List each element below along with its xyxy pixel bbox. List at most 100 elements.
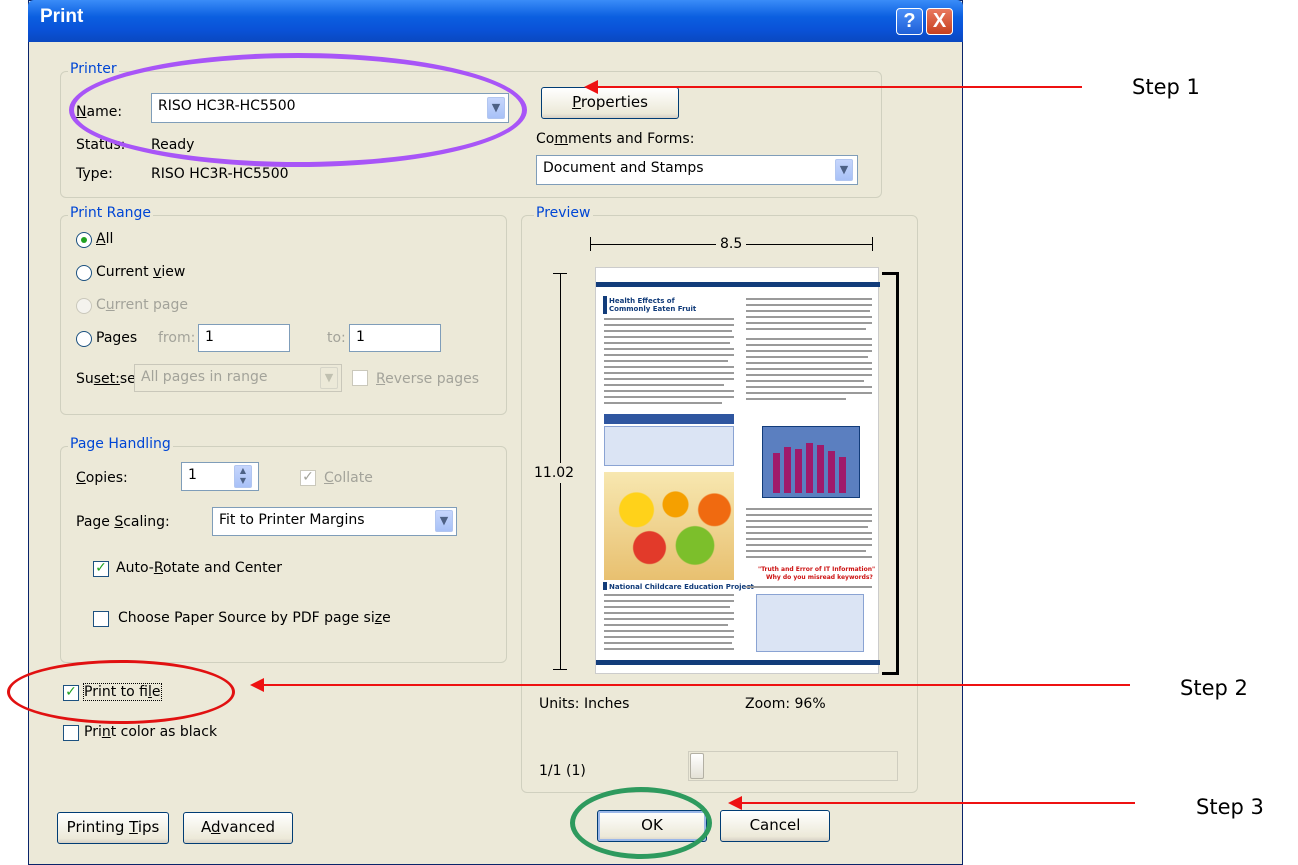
chevron-down-icon[interactable]: ▼: [320, 367, 338, 389]
comments-forms-label: Comments and Forms:: [536, 131, 695, 147]
text-line: [604, 360, 728, 362]
zoom-label: Zoom: 96%: [745, 696, 826, 712]
text-line: [746, 538, 872, 540]
reverse-pages-label: Reverse pages: [376, 371, 479, 387]
chevron-down-icon[interactable]: ▼: [835, 159, 853, 181]
width-ruler-right-tick: [872, 237, 873, 251]
step2-label: Step 2: [1180, 676, 1248, 700]
collate-checkbox[interactable]: ✓: [300, 470, 316, 486]
all-label: All: [96, 231, 114, 247]
text-line: [746, 310, 870, 312]
doc-red-heading-2: Why do you misread keywords?: [766, 574, 873, 581]
doc-heading-mark: [603, 296, 607, 314]
text-line: [746, 380, 864, 382]
text-line: [604, 624, 728, 626]
step1-label: Step 1: [1132, 75, 1200, 99]
from-label: from:: [158, 330, 196, 346]
text-line: [604, 612, 734, 614]
mini-bar: [784, 447, 791, 493]
doc-top-bar: [596, 282, 880, 287]
pages-from-input[interactable]: 1: [198, 324, 290, 352]
step2-arrow-line: [262, 684, 1130, 686]
text-line: [604, 318, 734, 320]
radio-all[interactable]: [76, 232, 92, 248]
text-line: [746, 362, 872, 364]
text-line: [746, 304, 872, 306]
mini-bar: [839, 457, 846, 493]
text-line: [604, 336, 734, 338]
text-line: [746, 374, 872, 376]
current-view-label: Current view: [96, 264, 186, 280]
page-scaling-label: Page Scaling:: [76, 514, 170, 530]
text-line: [604, 642, 732, 644]
current-page-label: Current page: [96, 297, 189, 313]
printing-tips-button[interactable]: Printing Tips: [57, 812, 169, 844]
mini-bar: [817, 445, 824, 493]
doc-mini-chart: [762, 426, 860, 498]
text-line: [604, 354, 734, 356]
page-scaling-select[interactable]: Fit to Printer Margins: [212, 507, 457, 536]
text-line: [604, 630, 734, 632]
properties-button[interactable]: Properties: [541, 87, 679, 119]
page-indicator: 1/1 (1): [539, 763, 586, 779]
advanced-button[interactable]: Advanced: [183, 812, 293, 844]
text-line: [746, 368, 872, 370]
radio-pages[interactable]: [76, 331, 92, 347]
text-line: [604, 342, 730, 344]
paper-source-checkbox[interactable]: [93, 611, 109, 627]
text-line: [746, 316, 872, 318]
text-line: [746, 386, 872, 388]
doc-red-heading-1: "Truth and Error of IT Information": [758, 566, 876, 573]
text-line: [746, 328, 866, 330]
subset-select[interactable]: All pages in range: [134, 364, 342, 392]
text-line: [604, 606, 730, 608]
comments-forms-select[interactable]: Document and Stamps: [536, 155, 858, 185]
text-line: [746, 344, 872, 346]
chevron-down-icon[interactable]: ▼: [435, 510, 453, 532]
text-line: [746, 544, 872, 546]
reverse-pages-checkbox[interactable]: [352, 370, 368, 386]
text-line: [604, 648, 734, 650]
print-color-black-checkbox[interactable]: [63, 725, 79, 741]
height-ruler-top-tick: [553, 273, 567, 274]
step2-arrowhead: [250, 678, 264, 692]
auto-rotate-checkbox[interactable]: ✓: [93, 561, 109, 577]
text-line: [604, 324, 734, 326]
step1-highlight-ellipse: [69, 53, 527, 167]
mini-bar: [828, 451, 835, 493]
collate-label: Collate: [324, 470, 373, 486]
mini-bar: [806, 443, 813, 493]
auto-rotate-label: Auto-Rotate and Center: [116, 560, 283, 576]
pages-label: Pages: [96, 330, 138, 346]
text-line: [746, 550, 866, 552]
type-label: Type:: [76, 166, 113, 182]
text-line: [746, 350, 872, 352]
table-header: [604, 414, 734, 424]
page-slider-thumb[interactable]: [690, 753, 704, 779]
doc-heading-1: Health Effects of: [609, 297, 675, 305]
text-line: [746, 514, 872, 516]
text-line: [604, 600, 734, 602]
text-line: [746, 356, 868, 358]
page-handling-legend: Page Handling: [68, 436, 173, 452]
table-body: [604, 426, 734, 466]
doc-heading-3: National Childcare Education Project: [609, 583, 754, 591]
width-label: 8.5: [716, 236, 747, 252]
text-line: [746, 298, 872, 300]
page-slider-track[interactable]: [688, 751, 898, 781]
copies-stepper[interactable]: ▲ ▼: [234, 465, 252, 488]
step1-arrowhead: [584, 80, 598, 94]
help-button[interactable]: ?: [896, 8, 923, 35]
cancel-button[interactable]: Cancel: [720, 810, 830, 842]
step1-arrow-line: [595, 86, 1082, 88]
close-button[interactable]: X: [926, 8, 953, 35]
step3-label: Step 3: [1196, 795, 1264, 819]
radio-current-page[interactable]: [76, 298, 92, 314]
step3-highlight-ellipse: [570, 787, 712, 859]
text-line: [746, 322, 872, 324]
doc-heading-mark: [603, 582, 607, 590]
pages-to-input[interactable]: 1: [349, 324, 441, 352]
units-label: Units: Inches: [539, 696, 630, 712]
radio-current-view[interactable]: [76, 265, 92, 281]
text-line: [746, 392, 872, 394]
